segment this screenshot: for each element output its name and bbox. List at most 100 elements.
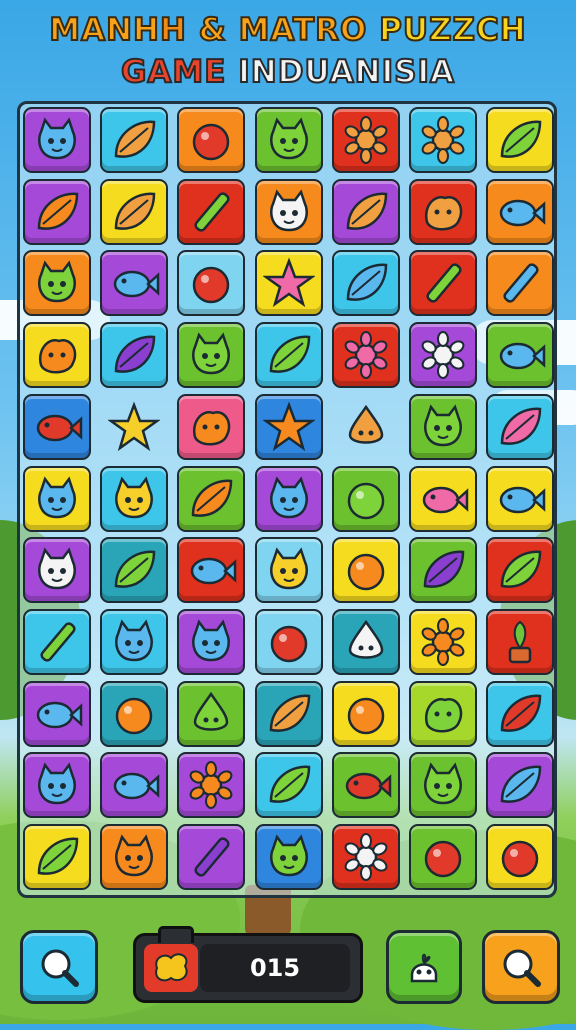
tile-r10-c3[interactable] (177, 752, 246, 819)
tile-r2-c5[interactable] (331, 178, 400, 245)
tile-r11-c2[interactable] (100, 824, 169, 890)
tile-r9-c3[interactable] (177, 680, 246, 747)
tile-r6-c7[interactable] (486, 465, 555, 532)
blue-cat-icon (31, 114, 83, 166)
tile-r2-c3[interactable] (177, 178, 246, 245)
tile-r7-c6[interactable] (409, 537, 477, 604)
tile-r4-c3[interactable] (177, 322, 246, 389)
tile-r5-c2[interactable] (100, 394, 168, 460)
tile-r10-c2[interactable] (100, 752, 169, 819)
green-bean-icon (494, 114, 546, 166)
tile-r7-c1[interactable] (23, 537, 91, 604)
tile-r9-c2[interactable] (100, 680, 169, 747)
tile-r1-c6[interactable] (409, 107, 477, 173)
yellow-blob-icon (155, 953, 188, 982)
tile-r11-c6[interactable] (409, 824, 477, 890)
tile-r4-c7[interactable] (486, 322, 555, 389)
tile-r8-c6[interactable] (409, 608, 477, 675)
tile-r4-c6[interactable] (409, 322, 477, 389)
tile-r7-c5[interactable] (331, 537, 400, 604)
pink-star-icon (262, 257, 315, 309)
tile-r6-c4[interactable] (254, 465, 323, 532)
tile-r11-c7[interactable] (486, 824, 555, 890)
tile-r8-c1[interactable] (23, 608, 91, 675)
tile-r2-c6[interactable] (409, 178, 477, 245)
title-part: & MATRO (186, 11, 380, 49)
green-lizard-icon (417, 688, 469, 740)
tile-r11-c5[interactable] (331, 824, 400, 890)
tile-r3-c5[interactable] (331, 250, 400, 317)
tile-r9-c6[interactable] (409, 680, 477, 747)
tile-r4-c2[interactable] (100, 322, 169, 389)
green-plant-icon (494, 616, 546, 668)
tile-r5-c5[interactable] (332, 394, 400, 460)
red-fruit-icon (185, 257, 237, 309)
tile-r11-c4[interactable] (254, 824, 323, 890)
tile-r5-c7[interactable] (486, 393, 555, 460)
tile-r1-c1[interactable] (23, 107, 91, 173)
tile-r4-c1[interactable] (23, 322, 91, 389)
tile-r11-c1[interactable] (23, 824, 91, 890)
tile-r2-c4[interactable] (254, 178, 323, 245)
tile-r9-c4[interactable] (254, 680, 323, 747)
tile-r1-c7[interactable] (486, 107, 555, 173)
tile-r10-c6[interactable] (409, 752, 477, 819)
tile-r8-c5[interactable] (331, 608, 400, 675)
green-leaf-icon (263, 329, 315, 381)
tile-r6-c1[interactable] (23, 465, 91, 532)
game-title-line2: GAME INDUANISIA (0, 53, 576, 91)
tile-r4-c4[interactable] (254, 322, 323, 389)
tile-r8-c4[interactable] (254, 608, 323, 675)
tile-r3-c3[interactable] (177, 250, 246, 317)
green-face-icon (185, 329, 237, 381)
tile-r7-c7[interactable] (486, 537, 555, 604)
tile-r6-c5[interactable] (331, 465, 400, 532)
score-panel: 015 (133, 926, 363, 1003)
magnify-button[interactable] (482, 930, 560, 1004)
tile-r5-c6[interactable] (409, 393, 477, 460)
title-part: PUZZCH (378, 11, 527, 49)
pink-fish-icon (417, 473, 469, 525)
hint-button[interactable] (386, 930, 462, 1004)
tile-r10-c1[interactable] (23, 752, 91, 819)
tile-r8-c3[interactable] (177, 608, 246, 675)
tile-r6-c2[interactable] (100, 465, 169, 532)
tile-r10-c5[interactable] (331, 752, 400, 819)
tile-r1-c2[interactable] (100, 107, 169, 173)
tile-r8-c2[interactable] (100, 608, 169, 675)
magnifier-icon (41, 949, 79, 987)
tile-r6-c3[interactable] (177, 465, 246, 532)
tile-r1-c3[interactable] (177, 107, 246, 173)
tile-r3-c7[interactable] (486, 250, 555, 317)
tile-r2-c1[interactable] (23, 178, 91, 245)
tile-r7-c4[interactable] (254, 537, 323, 604)
tile-r4-c5[interactable] (331, 322, 400, 389)
tile-r2-c7[interactable] (486, 178, 555, 245)
blue-pen-icon (494, 257, 546, 309)
tile-r9-c5[interactable] (331, 680, 400, 747)
seed-pod-icon (263, 688, 315, 740)
tile-r1-c5[interactable] (331, 107, 400, 173)
tile-r10-c4[interactable] (254, 752, 323, 819)
green-pen-icon (185, 186, 237, 238)
tile-r5-c4[interactable] (254, 393, 323, 460)
search-button[interactable] (20, 930, 98, 1004)
orange-cat-icon (108, 831, 160, 883)
tile-r1-c4[interactable] (254, 107, 323, 173)
tile-r5-c3[interactable] (177, 393, 246, 460)
tile-r3-c1[interactable] (23, 250, 91, 317)
tile-r5-c1[interactable] (23, 393, 91, 460)
plant-creature-icon (410, 953, 438, 983)
tile-r3-c2[interactable] (100, 250, 169, 317)
tile-r10-c7[interactable] (486, 752, 555, 819)
tile-r6-c6[interactable] (409, 465, 477, 532)
tile-r7-c3[interactable] (177, 537, 246, 604)
tile-r8-c7[interactable] (486, 608, 555, 675)
tile-r2-c2[interactable] (100, 178, 169, 245)
tile-r11-c3[interactable] (177, 824, 246, 890)
tile-r9-c7[interactable] (486, 680, 555, 747)
tile-r9-c1[interactable] (23, 680, 91, 747)
tile-r3-c6[interactable] (409, 250, 477, 317)
tile-r3-c4[interactable] (254, 250, 323, 317)
tile-r7-c2[interactable] (100, 537, 169, 604)
